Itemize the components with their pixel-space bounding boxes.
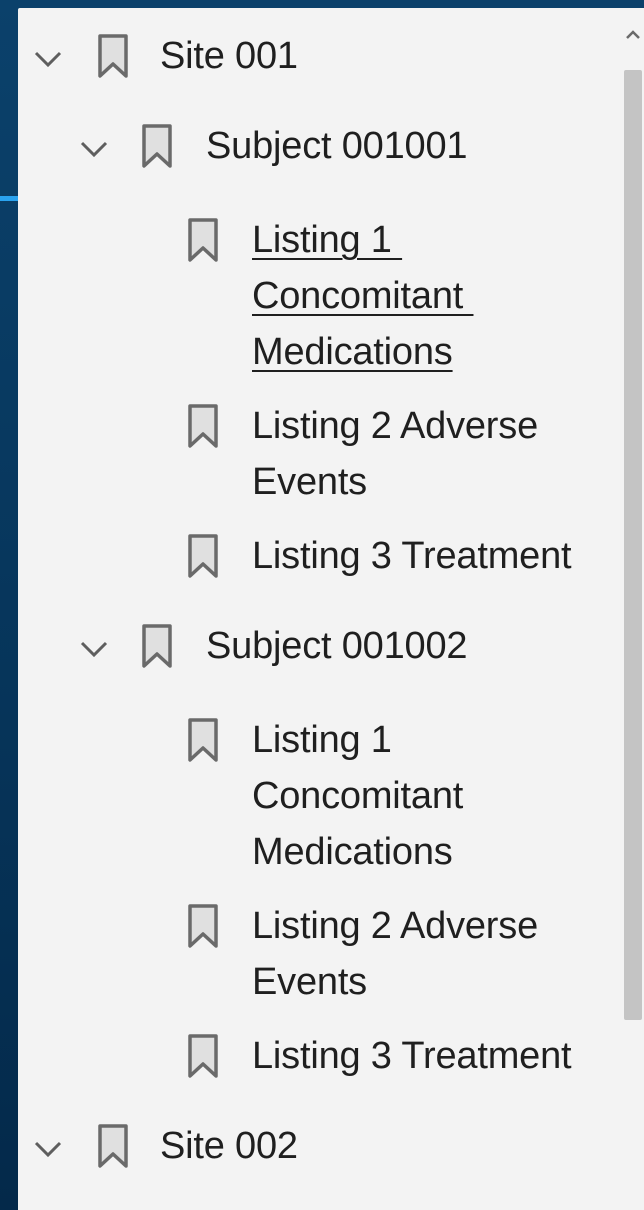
bookmark-icon: [140, 623, 174, 669]
bookmark-item-listing-3[interactable]: Listing 3 Treatment: [18, 528, 618, 588]
scrollbar-thumb[interactable]: [624, 70, 642, 1020]
tree-node-label: Subject 001002: [206, 625, 468, 667]
chevron-up-icon[interactable]: [624, 26, 642, 44]
bookmark-item-listing-2[interactable]: Listing 2 Adverse Events: [18, 898, 618, 1012]
vertical-scrollbar[interactable]: [622, 8, 644, 1210]
bookmarks-panel: Site 001 Subject 001001 Listing 1 Concom…: [18, 8, 644, 1210]
tree-node-site-002[interactable]: Site 002: [18, 1118, 618, 1178]
bookmark-icon: [186, 717, 220, 763]
tree-node-site-001[interactable]: Site 001: [18, 28, 618, 88]
bookmark-icon: [186, 217, 220, 263]
bookmark-icon: [186, 1033, 220, 1079]
bookmark-icon: [186, 533, 220, 579]
bookmark-icon: [186, 403, 220, 449]
tree-node-subject-001002[interactable]: Subject 001002: [18, 618, 618, 678]
bookmark-icon: [186, 903, 220, 949]
bookmark-label: Listing 3 Treatment: [252, 1035, 572, 1077]
bookmark-label: Listing 3 Treatment: [252, 535, 572, 577]
chevron-down-icon[interactable]: [30, 1130, 66, 1166]
bookmark-link[interactable]: Listing 1 Concomitant Medications: [252, 212, 473, 380]
tree-node-label: Site 001: [160, 35, 298, 77]
bookmark-icon: [96, 33, 130, 79]
bookmark-item-listing-1[interactable]: Listing 1 Concomitant Medications: [18, 212, 618, 382]
bookmark-item-listing-1[interactable]: Listing 1 Concomitant Medications: [18, 712, 618, 882]
tree-node-subject-001001[interactable]: Subject 001001: [18, 118, 618, 178]
bookmark-item-listing-3[interactable]: Listing 3 Treatment: [18, 1028, 618, 1088]
chevron-down-icon[interactable]: [30, 40, 66, 76]
tree-node-label: Site 002: [160, 1125, 298, 1167]
bookmark-item-listing-2[interactable]: Listing 2 Adverse Events: [18, 398, 618, 512]
bookmark-label: Listing 2 Adverse Events: [252, 405, 538, 503]
bookmark-icon: [140, 123, 174, 169]
bookmark-icon: [96, 1123, 130, 1169]
chevron-down-icon[interactable]: [76, 630, 112, 666]
tree-node-label: Subject 001001: [206, 125, 468, 167]
chevron-down-icon[interactable]: [76, 130, 112, 166]
bookmark-label: Listing 2 Adverse Events: [252, 905, 538, 1003]
bookmark-label: Listing 1 Concomitant Medications: [252, 719, 464, 873]
accent-line: [0, 196, 20, 201]
